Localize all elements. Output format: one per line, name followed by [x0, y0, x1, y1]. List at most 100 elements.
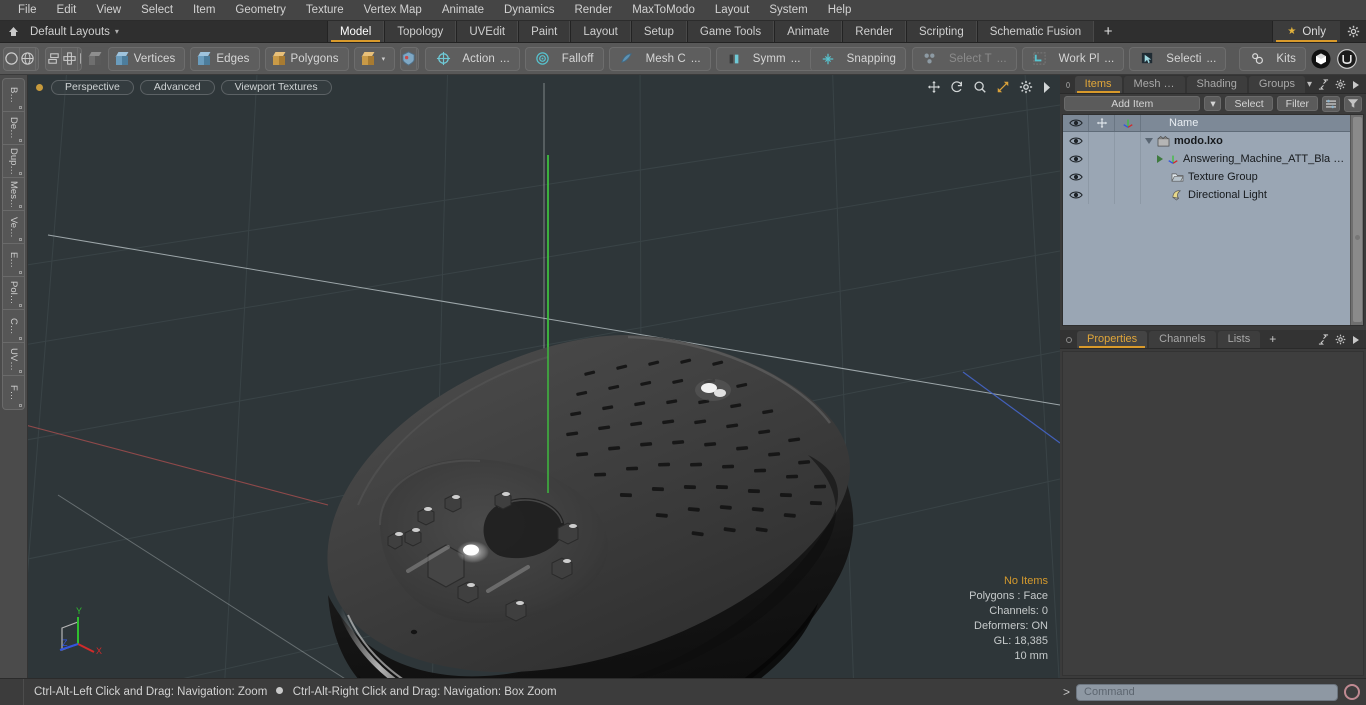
tab-lists[interactable]: Lists [1217, 331, 1261, 348]
items-list-scroll-thumb[interactable] [1353, 117, 1362, 322]
funnel-icon[interactable] [1344, 95, 1362, 112]
layout-tab-model[interactable]: Model [326, 21, 385, 42]
row-axis-cell[interactable] [1115, 186, 1141, 204]
layout-tab-paint[interactable]: Paint [518, 21, 571, 42]
layout-tab-animate[interactable]: Animate [774, 21, 843, 42]
move-icon[interactable] [927, 80, 941, 94]
item-mode-button[interactable] [88, 47, 102, 71]
gear-icon[interactable] [1335, 334, 1346, 345]
layout-tab-render[interactable]: Render [842, 21, 906, 42]
select-through-button[interactable]: Select T ... [911, 46, 1017, 71]
pen-icon[interactable] [36, 48, 38, 70]
items-list-scrollbar[interactable] [1350, 115, 1363, 325]
mode-polygons-button[interactable]: Polygons [264, 46, 349, 71]
eye-icon[interactable] [1063, 115, 1089, 131]
menu-item-edit[interactable]: Edit [47, 0, 87, 21]
layout-tab-game-tools[interactable]: Game Tools [686, 21, 775, 42]
selection-set-button[interactable]: Selecti ... [1129, 46, 1227, 71]
gear-icon[interactable] [1019, 80, 1033, 94]
menu-item-render[interactable]: Render [564, 0, 622, 21]
left-tool-mesh-edit[interactable]: Mes… [3, 178, 24, 211]
row-lock-cell[interactable] [1089, 186, 1115, 204]
menu-item-animate[interactable]: Animate [432, 0, 494, 21]
chevron-down-icon[interactable]: ▾ [1307, 79, 1312, 90]
menu-item-help[interactable]: Help [818, 0, 862, 21]
tab-channels[interactable]: Channels [1149, 331, 1216, 348]
frame-icon[interactable] [78, 48, 81, 70]
tab-shading[interactable]: Shading [1186, 76, 1247, 93]
panel-grip-dot[interactable] [1066, 337, 1072, 343]
left-tool-polygon[interactable]: Pol… [3, 277, 24, 310]
menu-item-view[interactable]: View [86, 0, 131, 21]
home-icon[interactable] [0, 21, 26, 42]
center-icon[interactable] [62, 47, 79, 70]
chevron-right-icon[interactable] [1352, 80, 1360, 90]
filter-button[interactable]: Filter [1276, 96, 1318, 111]
select-button[interactable]: Select [1225, 96, 1273, 111]
tab-mesh[interactable]: Mesh … [1123, 76, 1185, 93]
chevron-right-icon[interactable] [1352, 335, 1360, 345]
mode-vertices-button[interactable]: Vertices [107, 46, 186, 71]
left-tool-duplicate[interactable]: Dup… [3, 145, 24, 178]
mesh-constraint-button[interactable]: Mesh C ... [608, 46, 711, 71]
row-name-cell[interactable]: Directional Light [1141, 189, 1363, 201]
viewport-shading-selector[interactable]: Advanced [139, 79, 215, 95]
row-axis-cell[interactable] [1115, 168, 1141, 186]
mode-edges-button[interactable]: Edges [190, 46, 260, 71]
symmetry-button[interactable]: Symm ... [717, 47, 810, 71]
layout-tab-schematic-fusion[interactable]: Schematic Fusion [976, 21, 1095, 42]
menu-item-item[interactable]: Item [183, 0, 225, 21]
row-lock-cell[interactable] [1089, 132, 1115, 150]
menu-item-layout[interactable]: Layout [705, 0, 760, 21]
record-circle-icon[interactable] [1344, 684, 1360, 700]
chevron-right-icon[interactable] [1157, 155, 1163, 163]
chevron-right-icon[interactable] [1042, 81, 1052, 94]
left-tool-curve[interactable]: C… [3, 310, 24, 343]
left-tool-edge[interactable]: E… [3, 244, 24, 277]
modo-logo-icon[interactable] [1311, 47, 1331, 71]
add-properties-tab-button[interactable]: + [1262, 331, 1283, 348]
row-name-cell[interactable]: Answering_Machine_ATT_Bla … [1141, 153, 1363, 165]
layout-tab-layout[interactable]: Layout [570, 21, 631, 42]
fit-icon[interactable] [996, 80, 1010, 94]
command-input[interactable] [1076, 683, 1338, 701]
menu-item-select[interactable]: Select [131, 0, 183, 21]
add-layout-tab-button[interactable]: + [1094, 21, 1122, 42]
menu-item-file[interactable]: File [8, 0, 47, 21]
mirror-y-icon[interactable] [417, 48, 418, 70]
left-tool-deform[interactable]: De… [3, 112, 24, 145]
row-name-cell[interactable]: Texture Group [1141, 171, 1363, 183]
menu-item-dynamics[interactable]: Dynamics [494, 0, 564, 21]
table-row[interactable]: Directional Light [1063, 186, 1363, 204]
expand-icon[interactable] [1318, 79, 1329, 90]
add-item-button[interactable]: Add Item [1064, 96, 1201, 111]
unreal-logo-icon[interactable] [1337, 47, 1357, 71]
menu-item-maxtomodo[interactable]: MaxToModo [622, 0, 705, 21]
action-center-button[interactable]: Action ... [425, 46, 520, 71]
left-tool-uv[interactable]: UV… [3, 343, 24, 376]
viewport-textures-selector[interactable]: Viewport Textures [220, 79, 332, 95]
menu-item-geometry[interactable]: Geometry [225, 0, 296, 21]
mirror-x-icon[interactable] [401, 47, 418, 70]
menu-item-system[interactable]: System [759, 0, 817, 21]
align-icon[interactable] [46, 47, 63, 70]
table-row[interactable]: Texture Group [1063, 168, 1363, 186]
axis-icon[interactable] [1115, 115, 1141, 131]
add-item-dropdown-button[interactable]: ▾ [1204, 96, 1222, 111]
tab-items[interactable]: Items [1074, 76, 1122, 93]
chevron-down-icon[interactable] [1145, 138, 1153, 144]
layout-tab-topology[interactable]: Topology [384, 21, 457, 42]
3d-viewport[interactable]: Perspective Advanced Viewport Textures Y… [28, 75, 1060, 678]
only-toggle-button[interactable]: ★ Only [1272, 21, 1340, 42]
layout-tab-setup[interactable]: Setup [630, 21, 687, 42]
falloff-button[interactable]: Falloff [524, 46, 604, 71]
menu-item-texture[interactable]: Texture [296, 0, 354, 21]
layout-tab-scripting[interactable]: Scripting [905, 21, 977, 42]
kits-button[interactable]: Kits [1239, 46, 1306, 71]
work-plane-button[interactable]: Work Pl ... [1021, 46, 1125, 71]
panel-grip-dot[interactable] [1066, 82, 1070, 88]
list-options-icon[interactable] [1322, 95, 1340, 112]
globe-icon[interactable] [20, 47, 36, 70]
row-visibility-toggle[interactable] [1063, 150, 1089, 168]
viewport-view-selector[interactable]: Perspective [51, 79, 134, 95]
